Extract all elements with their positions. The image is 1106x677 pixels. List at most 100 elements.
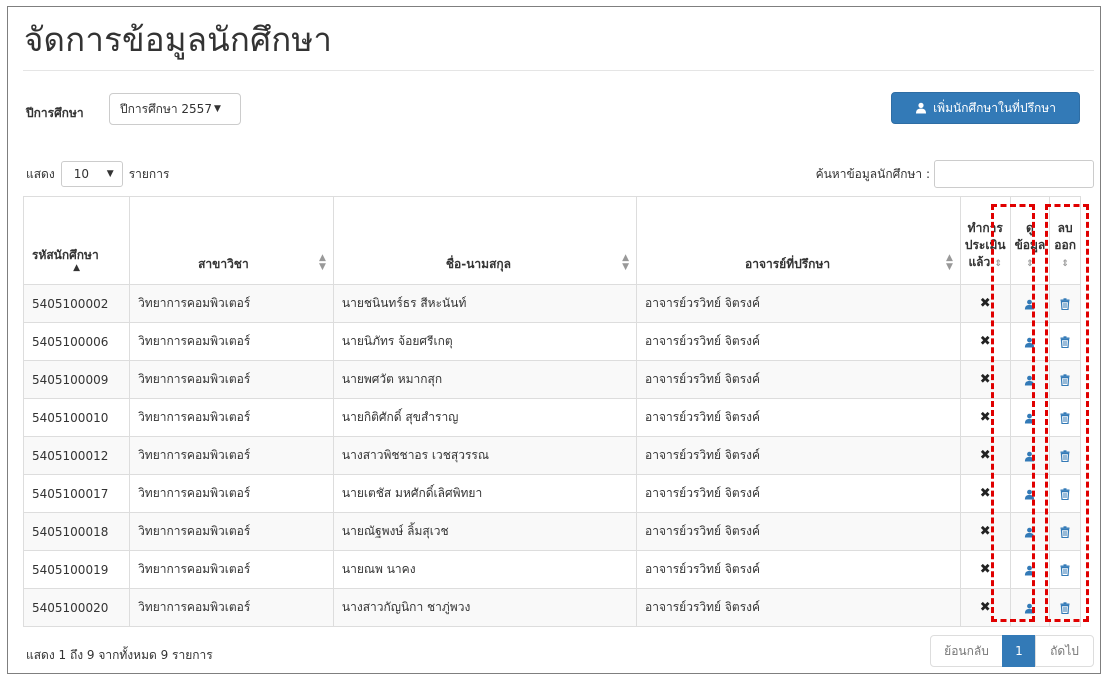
cell-delete [1049,360,1081,399]
year-dropdown[interactable]: ปีการศึกษา 2557 ▼ [109,93,241,125]
cell-delete [1049,588,1081,627]
cell-view [1009,474,1051,513]
cell-id: 5405100010 [22,398,131,437]
cell-delete [1049,550,1081,589]
trash-icon[interactable] [1060,602,1070,614]
cell-id: 5405100012 [22,436,131,475]
cell-assessed: ✖ [959,588,1011,627]
cell-delete [1049,436,1081,475]
view-user-icon[interactable] [1024,603,1035,614]
cell-id: 5405100006 [22,322,131,361]
cell-id: 5405100019 [22,550,131,589]
cell-delete [1049,322,1081,361]
col-header-delete[interactable]: ลบ ออก ⇕ [1049,196,1081,285]
view-user-icon[interactable] [1024,337,1035,348]
view-user-icon[interactable] [1024,413,1035,424]
trash-icon[interactable] [1060,564,1070,576]
cell-assessed: ✖ [959,550,1011,589]
page-title: จัดการข้อมูลนักศึกษา [24,20,333,59]
sort-icon: ▲ ▼ [945,253,953,272]
sort-icon: ▲ ▼ [622,253,630,272]
cell-advisor: อาจารย์วรวิทย์ จิตรงค์ [636,474,961,513]
cell-advisor: อาจารย์วรวิทย์ จิตรงค์ [636,360,961,399]
cell-view [1009,322,1051,361]
cell-advisor: อาจารย์วรวิทย์ จิตรงค์ [636,550,961,589]
add-student-label: เพิ่มนักศึกษาในที่ปรึกษา [933,100,1056,115]
col-header-assessed-l2: ประเมิน [964,238,1006,252]
cell-major: วิทยาการคอมพิวเตอร์ [129,284,334,323]
col-header-advisor-label: อาจารย์ที่ปรึกษา [745,257,831,271]
col-header-view[interactable]: ดู ข้อมูล ⇕ [1009,196,1051,285]
cell-id: 5405100018 [22,512,131,551]
sort-icon: ⇕ [1061,259,1069,269]
next-page-button[interactable]: ถัดไป [1035,635,1094,667]
table-row: 5405100019 วิทยาการคอมพิวเตอร์ นายณพ นาค… [22,550,1081,589]
cell-assessed: ✖ [959,360,1011,399]
trash-icon[interactable] [1060,298,1070,310]
cell-major: วิทยาการคอมพิวเตอร์ [129,360,334,399]
page-1-button[interactable]: 1 [1002,635,1036,667]
col-header-assessed-l1: ทำการ [967,221,1003,235]
cell-name: นางสาวกัญนิกา ชาภู่พวง [332,588,638,627]
pagination: ย้อนกลับ 1 ถัดไป [930,635,1094,667]
cell-assessed: ✖ [959,512,1011,551]
search-input[interactable] [934,160,1094,188]
view-user-icon[interactable] [1024,489,1035,500]
view-user-icon[interactable] [1024,527,1035,538]
cell-advisor: อาจารย์วรวิทย์ จิตรงค์ [636,284,961,323]
trash-icon[interactable] [1060,526,1070,538]
table-row: 5405100018 วิทยาการคอมพิวเตอร์ นายณัฐพงษ… [22,512,1081,551]
cell-name: นายนิภัทร จ้อยศรีเกตุ [332,322,638,361]
cell-view [1009,360,1051,399]
cell-delete [1049,284,1081,323]
table-info: แสดง 1 ถึง 9 จากทั้งหมด 9 รายการ [26,648,213,662]
cell-assessed: ✖ [959,436,1011,475]
x-mark-icon: ✖ [979,410,991,425]
col-header-advisor[interactable]: อาจารย์ที่ปรึกษา ▲ ▼ [636,196,961,285]
length-prefix: แสดง [26,166,55,181]
cell-view [1009,436,1051,475]
view-user-icon[interactable] [1024,451,1035,462]
cell-id: 5405100009 [22,360,131,399]
add-student-button[interactable]: เพิ่มนักศึกษาในที่ปรึกษา [891,92,1080,124]
x-mark-icon: ✖ [979,486,991,501]
length-suffix: รายการ [128,166,170,181]
cell-name: นายกิติศักดิ์ สุขสำราญ [332,398,638,437]
col-header-major[interactable]: สาขาวิชา ▲ ▼ [129,196,334,285]
length-select[interactable]: 10 ▼ [60,161,123,187]
caret-down-icon: ▼ [106,169,114,179]
col-header-name[interactable]: ชื่อ-นามสกุล ▲ ▼ [332,196,638,285]
search-label: ค้นหาข้อมูลนักศึกษา : [815,166,930,181]
sort-icon: ▲ ▼ [318,253,326,272]
table-row: 5405100009 วิทยาการคอมพิวเตอร์ นายพศวัต … [22,360,1081,399]
cell-assessed: ✖ [959,398,1011,437]
view-user-icon[interactable] [1024,565,1035,576]
trash-icon[interactable] [1060,412,1070,424]
trash-icon[interactable] [1060,450,1070,462]
cell-assessed: ✖ [959,474,1011,513]
trash-icon[interactable] [1060,488,1070,500]
x-mark-icon: ✖ [979,600,991,615]
x-mark-icon: ✖ [979,296,991,311]
view-user-icon[interactable] [1024,375,1035,386]
cell-id: 5405100017 [22,474,131,513]
col-header-id[interactable]: รหัสนักศึกษา ▲ [22,196,131,285]
trash-icon[interactable] [1060,374,1070,386]
cell-assessed: ✖ [959,322,1011,361]
table-row: 5405100017 วิทยาการคอมพิวเตอร์ นายเตชัส … [22,474,1081,513]
cell-major: วิทยาการคอมพิวเตอร์ [129,512,334,551]
col-header-assessed[interactable]: ทำการ ประเมิน แล้ว ⇕ [959,196,1011,285]
view-user-icon[interactable] [1024,299,1035,310]
user-icon [916,102,927,114]
cell-advisor: อาจารย์วรวิทย์ จิตรงค์ [636,398,961,437]
x-mark-icon: ✖ [979,448,991,463]
col-header-delete-l2: ออก [1054,238,1076,252]
cell-id: 5405100002 [22,284,131,323]
trash-icon[interactable] [1060,336,1070,348]
cell-id: 5405100020 [22,588,131,627]
cell-major: วิทยาการคอมพิวเตอร์ [129,398,334,437]
table-row: 5405100006 วิทยาการคอมพิวเตอร์ นายนิภัทร… [22,322,1081,361]
year-label: ปีการศึกษา [26,106,84,120]
cell-name: นายพศวัต หมากสุก [332,360,638,399]
prev-page-button[interactable]: ย้อนกลับ [930,635,1003,667]
